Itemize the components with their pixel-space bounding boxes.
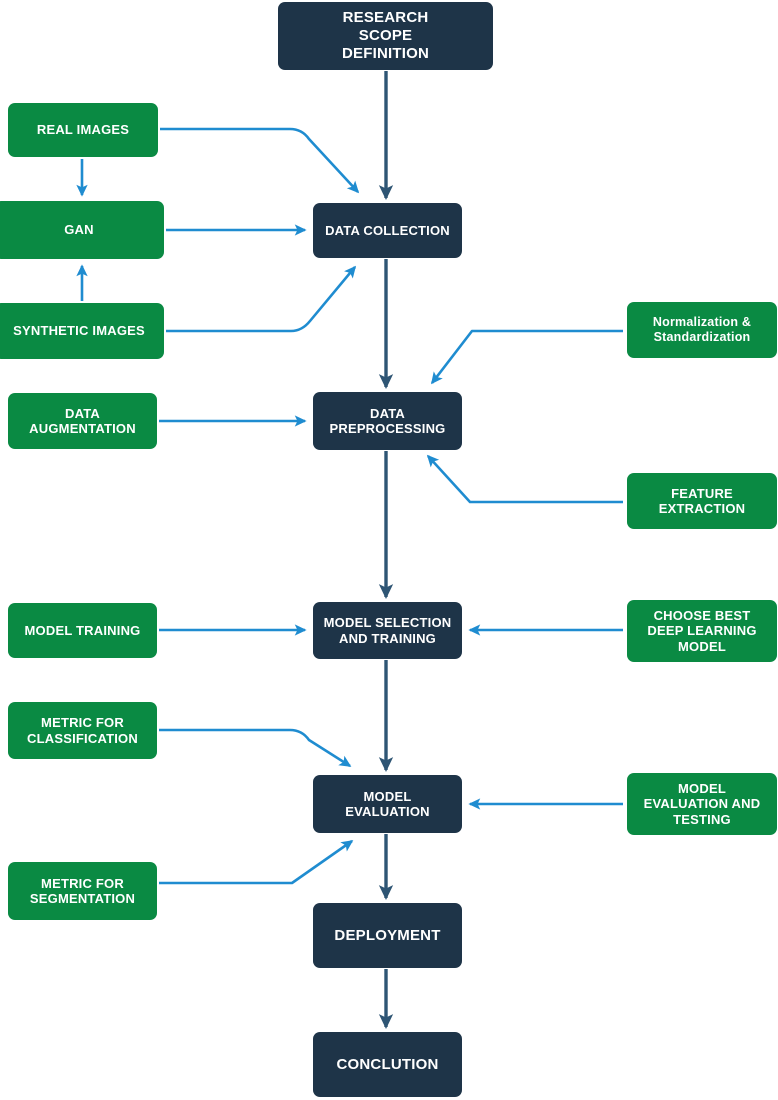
node-label-data_preprocessing: DATA PREPROCESSING (329, 405, 446, 436)
node-label-gan: GAN (64, 222, 94, 238)
node-model_evaluation[interactable]: MODEL EVALUATION (313, 775, 462, 833)
node-label-model_eval_testing: MODEL EVALUATION AND TESTING (643, 781, 761, 827)
node-label-deployment: DEPLOYMENT (334, 926, 441, 944)
node-label-normalization: Normalization & Standardization (652, 315, 752, 344)
node-metric_segmentation[interactable]: METRIC FOR SEGMENTATION (8, 862, 157, 920)
node-normalization[interactable]: Normalization & Standardization (627, 302, 777, 358)
node-label-model_selection: MODEL SELECTION AND TRAINING (323, 615, 452, 646)
node-data_preprocessing[interactable]: DATA PREPROCESSING (313, 392, 462, 450)
node-label-real_images: REAL IMAGES (36, 122, 130, 138)
node-data_collection[interactable]: DATA COLLECTION (313, 203, 462, 258)
node-label-metric_classification: METRIC FOR CLASSIFICATION (27, 715, 138, 746)
node-feature_extraction[interactable]: FEATURE EXTRACTION (627, 473, 777, 529)
node-research_scope[interactable]: RESEARCH SCOPE DEFINITION (278, 2, 493, 70)
node-label-conclusion: CONCLUTION (336, 1055, 439, 1073)
node-model_selection[interactable]: MODEL SELECTION AND TRAINING (313, 602, 462, 659)
node-data_augmentation[interactable]: DATA AUGMENTATION (8, 393, 157, 449)
connector-feature-to-preprocessing (426, 454, 623, 504)
node-label-model_training: MODEL TRAINING (24, 622, 141, 638)
node-label-choose_best_model: CHOOSE BEST DEEP LEARNING MODEL (647, 608, 757, 654)
node-label-model_evaluation: MODEL EVALUATION (345, 788, 430, 819)
connector-normalization-to-preprocessing (430, 329, 623, 385)
connector-real-images-to-collection (160, 127, 360, 194)
node-metric_classification[interactable]: METRIC FOR CLASSIFICATION (8, 702, 157, 759)
node-label-synthetic_images: SYNTHETIC IMAGES (13, 323, 145, 339)
node-deployment[interactable]: DEPLOYMENT (313, 903, 462, 968)
node-real_images[interactable]: REAL IMAGES (8, 103, 158, 157)
node-model_eval_testing[interactable]: MODEL EVALUATION AND TESTING (627, 773, 777, 835)
node-label-research_scope: RESEARCH SCOPE DEFINITION (342, 9, 429, 62)
node-gan[interactable]: GAN (0, 201, 164, 259)
node-model_training[interactable]: MODEL TRAINING (8, 603, 157, 658)
flowchart-canvas: RESEARCH SCOPE DEFINITION REAL IMAGES GAN S… (0, 0, 778, 1100)
node-label-data_collection: DATA COLLECTION (325, 222, 450, 238)
node-choose_best_model[interactable]: CHOOSE BEST DEEP LEARNING MODEL (627, 600, 777, 662)
connector-synthetic-to-collection (166, 265, 357, 333)
node-conclusion[interactable]: CONCLUTION (313, 1032, 462, 1097)
node-synthetic_images[interactable]: SYNTHETIC IMAGES (0, 303, 164, 359)
connector-metric-class-to-evaluation (159, 728, 352, 768)
node-label-data_augmentation: DATA AUGMENTATION (29, 405, 136, 436)
node-label-metric_segmentation: METRIC FOR SEGMENTATION (29, 875, 136, 906)
connector-metric-seg-to-evaluation (159, 839, 354, 885)
node-label-feature_extraction: FEATURE EXTRACTION (658, 485, 746, 516)
